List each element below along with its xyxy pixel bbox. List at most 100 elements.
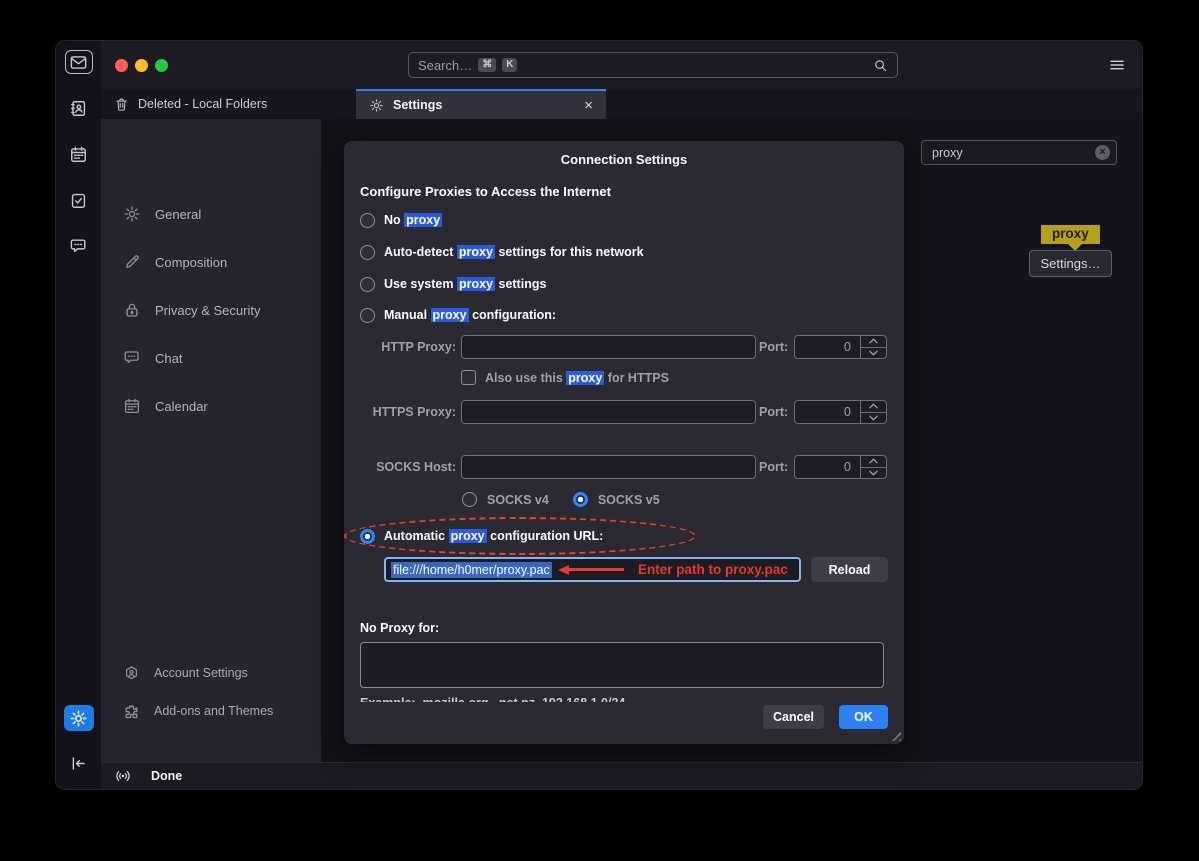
find-highlight: proxy [431,308,469,322]
radio-row-auto-detect[interactable]: Auto-detect proxy settings for this netw… [360,242,644,262]
tasks-space-button[interactable] [65,188,93,212]
proxy-url-input[interactable]: file:///home/h0mer/proxy.pac [384,557,801,582]
hamburger-icon [1108,56,1126,74]
socks-v4-label: SOCKS v4 [487,493,549,507]
minimize-window-button[interactable] [135,59,148,72]
radio-socks-v4[interactable] [462,492,477,507]
thunderbird-window: Search… ⌘ K Deleted - Local Folders Sett… [55,40,1143,790]
settings-main-pane: proxy × proxy Settings… Connection Setti… [321,119,1142,762]
sidebar-item-label: Composition [155,255,227,270]
radio-no-proxy[interactable] [360,213,375,228]
chat-icon [69,237,88,256]
chat-space-button[interactable] [65,234,93,258]
radio-socks-v5[interactable] [573,492,588,507]
spinner-up-icon[interactable] [861,401,886,413]
radio-row-automatic-url[interactable]: Automatic proxy configuration URL: [360,526,603,546]
port-label: Port: [759,455,788,479]
http-proxy-row: HTTP Proxy: Port: 0 [344,335,904,359]
port-spinner[interactable] [860,456,886,478]
radio-row-no-proxy[interactable]: No proxy [360,210,442,230]
spinner-up-icon[interactable] [861,456,886,468]
traffic-lights [115,59,168,72]
clear-search-icon[interactable]: × [1095,145,1110,160]
port-spinner[interactable] [860,336,886,358]
spinner-down-icon[interactable] [861,468,886,479]
find-highlight: proxy [404,213,442,227]
sidebar-item-calendar[interactable]: Calendar [101,394,321,418]
addressbook-space-button[interactable] [65,96,93,120]
radio-row-system-proxy[interactable]: Use system proxy settings [360,274,546,294]
close-tab-icon[interactable]: × [584,97,593,114]
connection-settings-button[interactable]: Settings… [1029,250,1112,277]
search-match-callout: proxy [1041,225,1100,244]
radio-label: Auto-detect proxy settings for this netw… [384,245,644,259]
sidebar-item-label: Calendar [155,399,208,414]
unified-toolbar: Search… ⌘ K [101,41,1142,89]
puzzle-icon [123,703,140,720]
radio-auto-detect[interactable] [360,245,375,260]
status-bar: Done [101,762,1142,789]
app-menu-button[interactable] [1108,56,1126,74]
tab-bar: Deleted - Local Folders Settings × [101,89,1142,119]
sidebar-item-label: Account Settings [154,666,248,680]
sidebar-item-privacy-security[interactable]: Privacy & Security [101,298,321,322]
port-spinner[interactable] [860,401,886,423]
account-icon [123,665,140,682]
ok-button[interactable]: OK [839,705,888,729]
find-highlight: proxy [457,245,495,259]
radio-automatic-url[interactable] [360,529,375,544]
radio-row-manual-proxy[interactable]: Manual proxy configuration: [360,305,556,325]
gear-icon [123,205,141,223]
spaces-toolbar [56,41,101,789]
https-reuse-checkbox-row[interactable]: Also use this proxy for HTTPS [461,370,669,385]
socks-host-input[interactable] [461,455,756,479]
cancel-button[interactable]: Cancel [763,705,824,729]
radio-system-proxy[interactable] [360,277,375,292]
port-label: Port: [759,400,788,424]
address-book-icon [69,99,88,118]
http-port-input[interactable]: 0 [794,335,887,359]
socks-v5-label: SOCKS v5 [598,493,660,507]
calendar-space-button[interactable] [65,142,93,166]
settings-content: General Composition Privacy & Security C… [101,119,1142,762]
mail-space-button[interactable] [65,50,93,74]
global-search-input[interactable]: Search… ⌘ K [408,52,898,78]
radio-manual-proxy[interactable] [360,308,375,323]
collapse-spaces-button[interactable] [65,751,93,775]
reload-button[interactable]: Reload [811,557,888,582]
spinner-up-icon[interactable] [861,336,886,348]
sidebar-item-account-settings[interactable]: Account Settings [101,661,321,685]
radio-label: No proxy [384,213,442,227]
close-window-button[interactable] [115,59,128,72]
no-proxy-textarea[interactable] [360,642,884,688]
https-port-input[interactable]: 0 [794,400,887,424]
sidebar-item-general[interactable]: General [101,202,321,226]
network-status-icon [114,767,132,785]
zoom-window-button[interactable] [155,59,168,72]
spinner-down-icon[interactable] [861,348,886,359]
radio-label: Use system proxy settings [384,277,546,291]
settings-search-input[interactable]: proxy × [921,140,1117,165]
radio-label: Automatic proxy configuration URL: [384,529,603,543]
tab-settings[interactable]: Settings × [356,89,606,119]
socks-port-input[interactable]: 0 [794,455,887,479]
port-value: 0 [795,336,860,358]
no-proxy-label: No Proxy for: [360,621,439,635]
sidebar-item-chat[interactable]: Chat [101,346,321,370]
sidebar-item-composition[interactable]: Composition [101,250,321,274]
trash-icon [114,97,129,112]
example-text-clipped: Example: .mozilla.org, .net.nz, 192.168.… [360,696,880,702]
settings-space-button[interactable] [64,705,94,731]
https-proxy-input[interactable] [461,400,756,424]
lock-icon [123,301,141,319]
find-highlight: proxy [457,277,495,291]
port-label: Port: [759,335,788,359]
http-proxy-input[interactable] [461,335,756,359]
socks-host-row: SOCKS Host: Port: 0 [344,455,904,479]
spinner-down-icon[interactable] [861,413,886,424]
checkbox-also-use-proxy[interactable] [461,370,476,385]
http-proxy-label: HTTP Proxy: [360,335,456,359]
sidebar-item-addons-themes[interactable]: Add-ons and Themes [101,699,321,723]
resize-grip[interactable] [888,728,901,741]
tab-deleted-local-folders[interactable]: Deleted - Local Folders [101,89,356,119]
